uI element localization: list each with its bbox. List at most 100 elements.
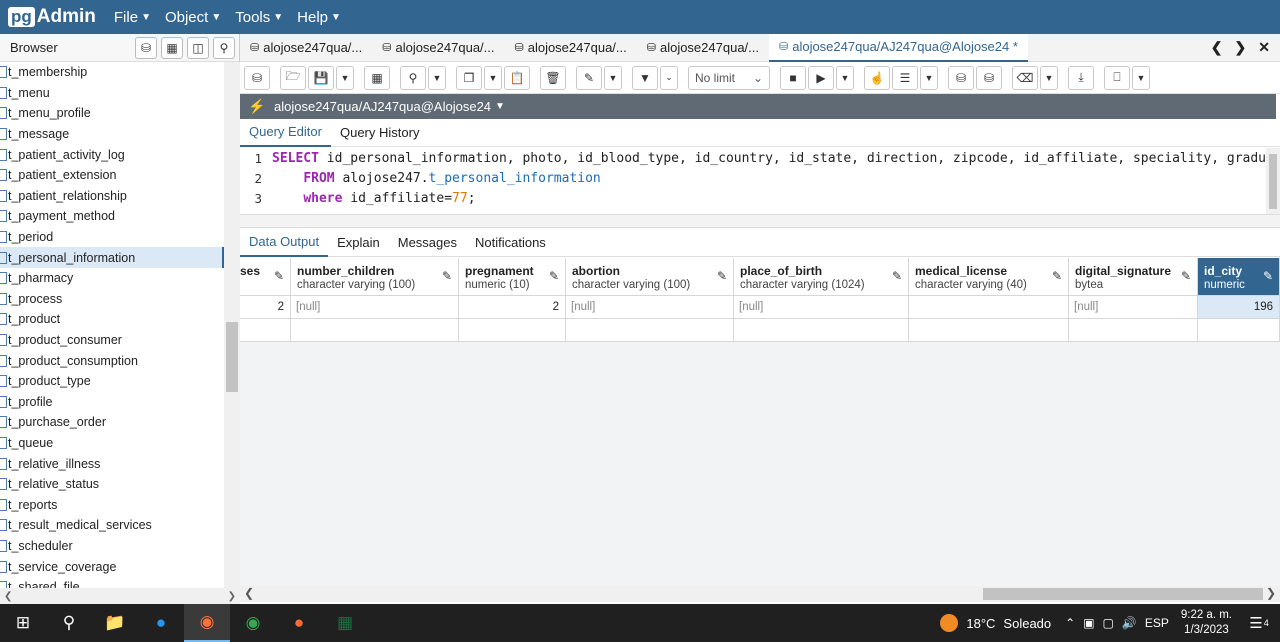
tree-item-t_pharmacy[interactable]: t_pharmacy: [0, 268, 224, 289]
tree-item-t_service_coverage[interactable]: t_service_coverage: [0, 556, 224, 577]
tab-query-history[interactable]: Query History: [331, 119, 428, 147]
scrollbar-thumb[interactable]: [983, 588, 1263, 600]
column-header-pregnament[interactable]: pregnament numeric (10) ✎: [459, 258, 566, 296]
pencil-icon[interactable]: ✎: [892, 269, 902, 283]
find-button[interactable]: ⚲: [400, 65, 426, 90]
tree-item-t_reports[interactable]: t_reports: [0, 494, 224, 515]
paste-button[interactable]: 📋: [504, 65, 530, 90]
menu-file[interactable]: File ▼: [114, 9, 151, 26]
data-cell-selected[interactable]: 196: [1198, 296, 1280, 319]
tree-item-t_period[interactable]: t_period: [0, 227, 224, 248]
column-header-number-children[interactable]: number_children character varying (100) …: [291, 258, 459, 296]
query-tab-1[interactable]: ⛁ alojose247qua/...: [240, 34, 372, 62]
query-tab-3[interactable]: ⛁ alojose247qua/...: [505, 34, 637, 62]
column-header-partial[interactable]: ses ✎: [240, 258, 291, 296]
clear-button[interactable]: ⌫: [1012, 65, 1038, 90]
firefox-icon[interactable]: ◉: [184, 604, 230, 642]
tree-item-t_patient_activity_log[interactable]: t_patient_activity_log: [0, 144, 224, 165]
pencil-icon[interactable]: ✎: [1181, 269, 1191, 283]
menu-object[interactable]: Object ▼: [165, 9, 221, 26]
scroll-right-icon[interactable]: ❯: [228, 591, 236, 602]
tree-item-t_scheduler[interactable]: t_scheduler: [0, 536, 224, 557]
connection-bar[interactable]: ⚡ alojose247qua/AJ247qua@Alojose24 ▼: [240, 94, 1276, 119]
tree-item-t_result_medical_services[interactable]: t_result_medical_services: [0, 515, 224, 536]
volume-icon[interactable]: 🔊: [1122, 616, 1137, 630]
chevron-right-icon[interactable]: ❯: [1235, 39, 1247, 56]
empty-cell[interactable]: [1069, 319, 1198, 342]
data-cell[interactable]: [null]: [1069, 296, 1198, 319]
tree-vertical-scrollbar[interactable]: [224, 62, 240, 588]
tree-item-t_profile[interactable]: t_profile: [0, 392, 224, 413]
filter-dropdown-button[interactable]: ⌄: [660, 65, 678, 90]
find-dropdown-button[interactable]: ▼: [428, 65, 446, 90]
weather-widget[interactable]: 18°C Soleado: [940, 614, 1051, 632]
query-tab-active[interactable]: ⛁ alojose247qua/AJ247qua@Alojose24 *: [769, 33, 1028, 62]
delete-button[interactable]: 🗑: [540, 65, 566, 90]
column-header-digital-signature[interactable]: digital_signature bytea ✎: [1069, 258, 1198, 296]
connection-button[interactable]: ⛁: [244, 65, 270, 90]
tab-query-editor[interactable]: Query Editor: [240, 119, 331, 147]
edit-button[interactable]: ✎: [576, 65, 602, 90]
stop-button[interactable]: ■: [780, 65, 806, 90]
tab-notifications[interactable]: Notifications: [466, 229, 555, 257]
query-tab-4[interactable]: ⛁ alojose247qua/...: [637, 34, 769, 62]
empty-cell[interactable]: [909, 319, 1069, 342]
clear-dropdown-button[interactable]: ▼: [1040, 65, 1058, 90]
execute-dropdown-button[interactable]: ▼: [836, 65, 854, 90]
explain-button[interactable]: ☝: [864, 65, 890, 90]
empty-cell[interactable]: [459, 319, 566, 342]
rollback-button[interactable]: ⛁: [976, 65, 1002, 90]
view-data-button[interactable]: ▦: [161, 36, 183, 59]
clock[interactable]: 9:22 a. m. 1/3/2023: [1181, 608, 1232, 638]
empty-cell[interactable]: [566, 319, 734, 342]
language-indicator[interactable]: ESP: [1145, 616, 1169, 630]
chevron-left-icon[interactable]: ❮: [1211, 39, 1223, 56]
grid-horizontal-scrollbar[interactable]: ❮ ❯: [240, 586, 1280, 602]
data-cell[interactable]: [null]: [566, 296, 734, 319]
filter-rows-button[interactable]: ◫: [187, 36, 209, 59]
search-icon[interactable]: ⚲: [46, 604, 92, 642]
save-dropdown-button[interactable]: ▼: [336, 65, 354, 90]
query-tab-2[interactable]: ⛁ alojose247qua/...: [372, 34, 504, 62]
explain-analyze-button[interactable]: ☰: [892, 65, 918, 90]
tree-item-t_purchase_order[interactable]: t_purchase_order: [0, 412, 224, 433]
chrome-icon[interactable]: ◉: [230, 604, 276, 642]
windows-start-icon[interactable]: ⊞: [0, 604, 46, 642]
tree-item-t_product_type[interactable]: t_product_type: [0, 371, 224, 392]
pencil-icon[interactable]: ✎: [274, 269, 284, 283]
tree-item-t_patient_extension[interactable]: t_patient_extension: [0, 165, 224, 186]
tree-item-t_shared_file[interactable]: t_shared_file: [0, 577, 224, 588]
open-file-button[interactable]: 🗁: [280, 65, 306, 90]
close-icon[interactable]: ✕: [1258, 39, 1270, 56]
pencil-icon[interactable]: ✎: [717, 269, 727, 283]
pencil-icon[interactable]: ✎: [1263, 269, 1273, 283]
chevron-up-icon[interactable]: ⌃: [1065, 616, 1075, 630]
postman-icon[interactable]: ●: [276, 604, 322, 642]
tab-data-output[interactable]: Data Output: [240, 229, 329, 257]
scrollbar-thumb[interactable]: [1269, 154, 1277, 209]
empty-cell[interactable]: [734, 319, 909, 342]
tree-item-t_payment_method[interactable]: t_payment_method: [0, 206, 224, 227]
scroll-left-icon[interactable]: ❮: [4, 591, 12, 602]
column-header-place-of-birth[interactable]: place_of_birth character varying (1024) …: [734, 258, 909, 296]
tree-item-t_patient_relationship[interactable]: t_patient_relationship: [0, 186, 224, 207]
tree-item-t_personal_information[interactable]: t_personal_information: [0, 247, 224, 268]
macros-dropdown-button[interactable]: ▼: [1132, 65, 1150, 90]
menu-help[interactable]: Help ▼: [297, 9, 341, 26]
execute-button[interactable]: ▶: [808, 65, 834, 90]
data-cell[interactable]: [909, 296, 1069, 319]
docker-icon[interactable]: ●: [138, 604, 184, 642]
macros-button[interactable]: ⎕: [1104, 65, 1130, 90]
empty-cell[interactable]: [1198, 319, 1280, 342]
data-cell[interactable]: [null]: [291, 296, 459, 319]
pencil-icon[interactable]: ✎: [549, 269, 559, 283]
column-header-abortion[interactable]: abortion character varying (100) ✎: [566, 258, 734, 296]
menu-tools[interactable]: Tools ▼: [235, 9, 283, 26]
notification-center-button[interactable]: ☰ 4: [1244, 614, 1274, 632]
explain-dropdown-button[interactable]: ▼: [920, 65, 938, 90]
download-button[interactable]: ⤓: [1068, 65, 1094, 90]
display-icon[interactable]: ▢: [1103, 616, 1114, 630]
pencil-icon[interactable]: ✎: [442, 269, 452, 283]
save-file-button[interactable]: 💾: [308, 65, 334, 90]
tree-item-t_product_consumption[interactable]: t_product_consumption: [0, 350, 224, 371]
